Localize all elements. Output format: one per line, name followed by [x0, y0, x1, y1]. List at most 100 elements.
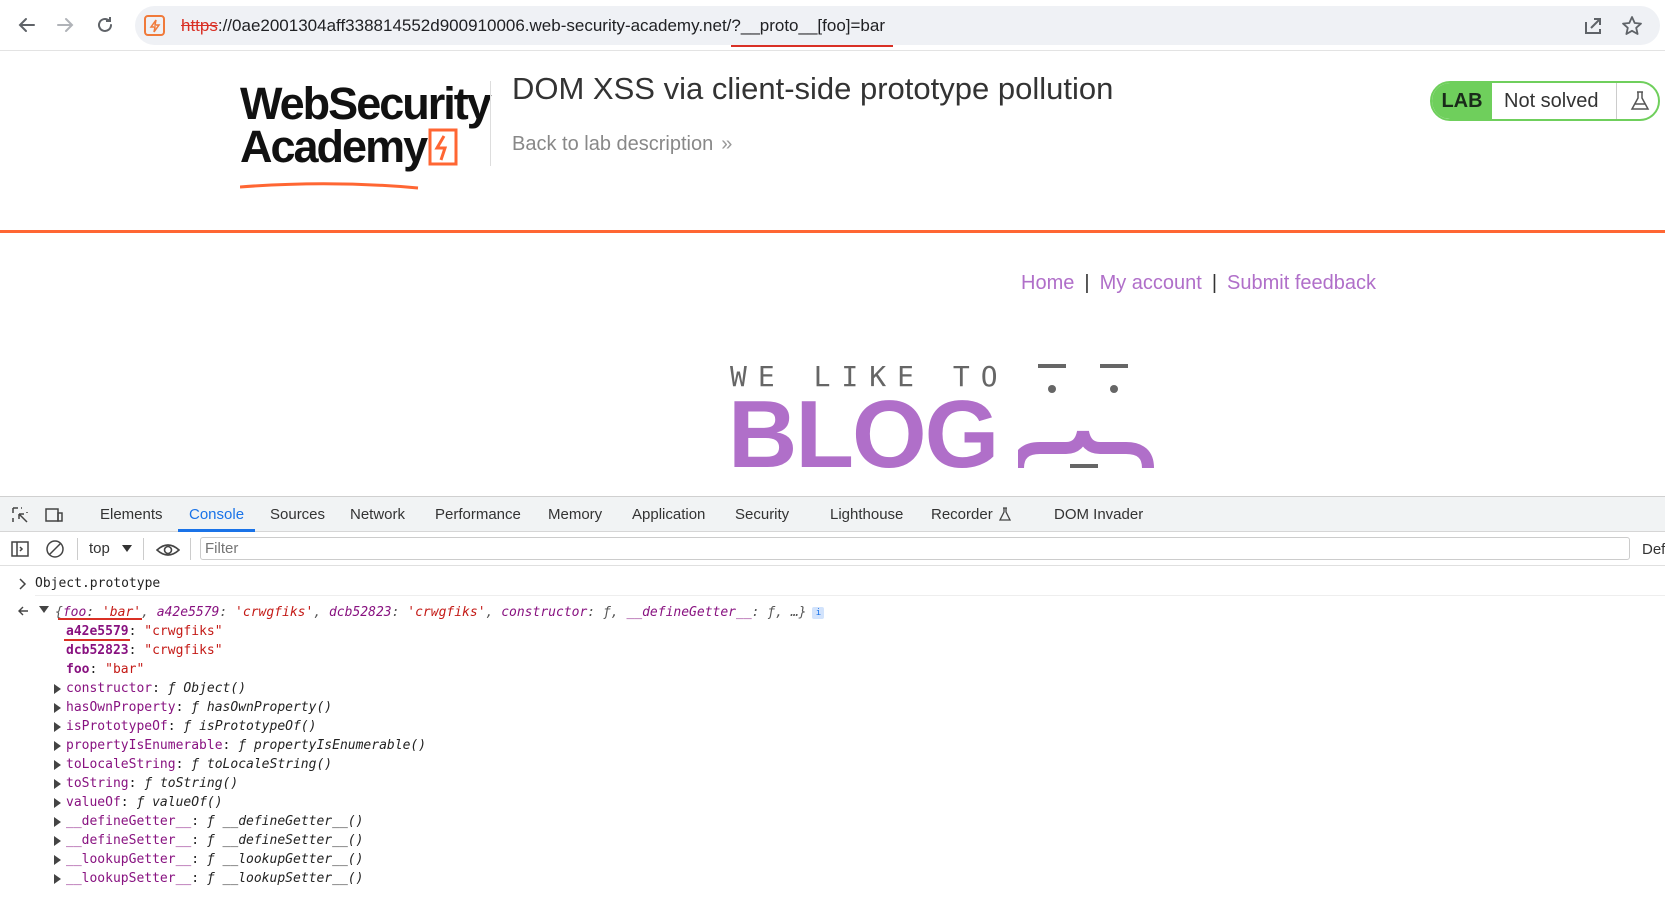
- clear-console-icon[interactable]: [45, 539, 65, 559]
- back-button[interactable]: [12, 10, 42, 40]
- property-name: __lookupSetter__: [66, 871, 192, 886]
- site-lightning-icon: [144, 15, 165, 36]
- expand-triangle-icon[interactable]: [54, 798, 61, 808]
- prototype-method-row[interactable]: hasOwnProperty: ƒ hasOwnProperty(): [66, 700, 332, 715]
- console-filter-input[interactable]: [200, 537, 1630, 560]
- tab-console[interactable]: Console: [189, 506, 244, 523]
- own-property-row: dcb52823: "crwgfiks": [66, 643, 223, 658]
- function-glyph: ƒ: [167, 681, 176, 696]
- tab-security[interactable]: Security: [735, 506, 789, 523]
- prototype-method-row[interactable]: toLocaleString: ƒ toLocaleString(): [66, 757, 332, 772]
- tab-elements[interactable]: Elements: [100, 506, 163, 523]
- prototype-method-row[interactable]: __defineSetter__: ƒ __defineSetter__(): [66, 833, 363, 848]
- expand-triangle-icon[interactable]: [54, 722, 61, 732]
- context-selector[interactable]: top: [89, 540, 132, 557]
- blog-logo: WE LIKE TO BLOG: [728, 356, 1168, 488]
- property-name: toLocaleString: [66, 757, 176, 772]
- console-filter-bar: top Def: [0, 532, 1665, 566]
- prototype-method-row[interactable]: propertyIsEnumerable: ƒ propertyIsEnumer…: [66, 738, 426, 753]
- property-value: "crwgfiks": [144, 624, 223, 639]
- default-levels-dropdown[interactable]: Def: [1642, 541, 1665, 558]
- function-glyph: ƒ: [191, 700, 200, 715]
- address-bar[interactable]: https://0ae2001304aff338814552d900910006…: [135, 6, 1660, 45]
- chevron-right-icon: [19, 578, 27, 590]
- url-text: https://0ae2001304aff338814552d900910006…: [181, 16, 885, 36]
- summary-value: ƒ: [602, 605, 611, 620]
- summary-value: ƒ: [767, 605, 776, 620]
- context-label: top: [89, 540, 110, 557]
- function-glyph: ƒ: [238, 738, 247, 753]
- property-name: __defineGetter__: [66, 814, 192, 829]
- function-signature: toLocaleString(): [206, 757, 333, 772]
- function-glyph: ƒ: [206, 852, 215, 867]
- tab-application[interactable]: Application: [632, 506, 705, 523]
- object-summary[interactable]: {foo: 'bar', a42e5579: 'crwgfiks', dcb52…: [55, 605, 825, 620]
- console-row-divider: [35, 595, 1665, 596]
- expand-triangle-icon[interactable]: [54, 760, 61, 770]
- function-glyph: ƒ: [206, 871, 215, 886]
- tab-lighthouse[interactable]: Lighthouse: [830, 506, 903, 523]
- function-signature: hasOwnProperty(): [206, 700, 333, 715]
- function-glyph: ƒ: [144, 776, 153, 791]
- function-glyph: ƒ: [191, 757, 200, 772]
- badge-separator: [1616, 83, 1617, 119]
- expand-triangle-icon[interactable]: [54, 855, 61, 865]
- back-to-lab-description-link[interactable]: Back to lab description »: [512, 133, 732, 156]
- result-return-icon: [18, 606, 28, 616]
- url-scheme: https: [181, 16, 218, 35]
- property-name: isPrototypeOf: [66, 719, 168, 734]
- nav-submit-feedback-link[interactable]: Submit feedback: [1227, 272, 1376, 294]
- toolbar-separator: [143, 538, 144, 560]
- function-glyph: ƒ: [206, 833, 215, 848]
- expand-triangle-icon[interactable]: [54, 684, 61, 694]
- prototype-method-row[interactable]: constructor: ƒ Object(): [66, 681, 246, 696]
- prototype-method-row[interactable]: __lookupGetter__: ƒ __lookupGetter__(): [66, 852, 363, 867]
- property-name: hasOwnProperty: [66, 700, 176, 715]
- reload-button[interactable]: [90, 10, 120, 40]
- function-signature: __lookupSetter__(): [222, 871, 364, 886]
- share-icon[interactable]: [1582, 15, 1604, 37]
- forward-button[interactable]: [50, 10, 80, 40]
- logo-bolt-icon: [428, 128, 458, 166]
- prototype-method-row[interactable]: valueOf: ƒ valueOf(): [66, 795, 223, 810]
- device-toolbar-icon[interactable]: [44, 505, 64, 525]
- property-highlight-underline: [64, 639, 130, 641]
- function-glyph: ƒ: [183, 719, 192, 734]
- eye-icon[interactable]: [156, 540, 180, 560]
- tab-dom-invader[interactable]: DOM Invader: [1054, 506, 1143, 523]
- tab-sources[interactable]: Sources: [270, 506, 325, 523]
- url-rest: ://0ae2001304aff338814552d900910006.web-…: [217, 16, 886, 35]
- web-security-academy-logo[interactable]: WebSecurity Academy: [240, 78, 492, 193]
- property-name: a42e5579: [66, 624, 129, 639]
- expand-triangle-icon[interactable]: [54, 874, 61, 884]
- info-icon[interactable]: i: [812, 606, 825, 619]
- tab-recorder[interactable]: Recorder: [931, 506, 1011, 523]
- logo-underline-swoosh: [240, 182, 419, 190]
- nav-my-account-link[interactable]: My account: [1100, 272, 1202, 294]
- double-chevron-icon: »: [721, 133, 733, 155]
- devtools-panel: Elements Console Sources Network Perform…: [0, 496, 1665, 901]
- prototype-method-row[interactable]: toString: ƒ toString(): [66, 776, 238, 791]
- prototype-method-row[interactable]: __defineGetter__: ƒ __defineGetter__(): [66, 814, 363, 829]
- nav-home-link[interactable]: Home: [1021, 272, 1074, 294]
- tab-performance[interactable]: Performance: [435, 506, 521, 523]
- tab-network[interactable]: Network: [350, 506, 405, 523]
- expand-triangle-icon[interactable]: [39, 606, 49, 613]
- star-icon[interactable]: [1621, 15, 1643, 37]
- sidebar-toggle-icon[interactable]: [10, 539, 30, 559]
- expand-triangle-icon[interactable]: [54, 703, 61, 713]
- logo-line2: Academy: [240, 121, 428, 172]
- property-value: "crwgfiks": [144, 643, 223, 658]
- property-name: foo: [66, 662, 90, 677]
- prototype-method-row[interactable]: __lookupSetter__: ƒ __lookupSetter__(): [66, 871, 363, 886]
- summary-key: __defineGetter__: [626, 605, 752, 620]
- property-name: constructor: [66, 681, 153, 696]
- prototype-method-row[interactable]: isPrototypeOf: ƒ isPrototypeOf(): [66, 719, 316, 734]
- function-signature: __lookupGetter__(): [222, 852, 364, 867]
- expand-triangle-icon[interactable]: [54, 836, 61, 846]
- tab-memory[interactable]: Memory: [548, 506, 602, 523]
- inspect-element-icon[interactable]: [10, 505, 30, 525]
- expand-triangle-icon[interactable]: [54, 779, 61, 789]
- expand-triangle-icon[interactable]: [54, 817, 61, 827]
- expand-triangle-icon[interactable]: [54, 741, 61, 751]
